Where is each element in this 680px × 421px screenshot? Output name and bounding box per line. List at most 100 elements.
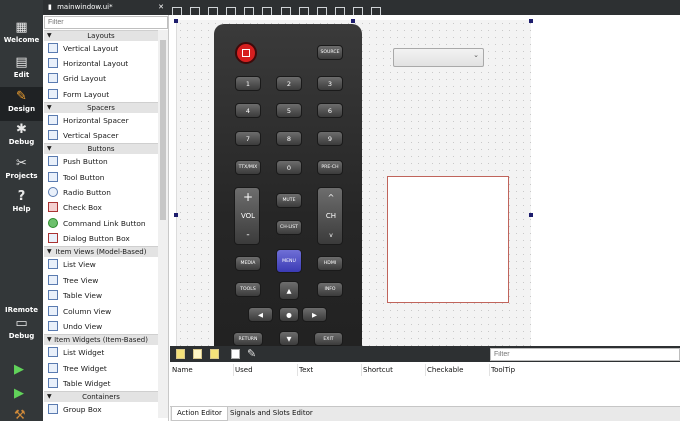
delete-action-icon[interactable] <box>231 349 240 359</box>
category-spacers[interactable]: ▼ Spacers <box>44 102 158 113</box>
mode-design[interactable]: ✎ Design <box>0 87 43 121</box>
volume-rocker[interactable]: + VOL - <box>234 187 260 245</box>
pre-ch-button[interactable]: PRE-CH <box>317 160 343 175</box>
category-containers[interactable]: ▼ Containers <box>44 391 158 402</box>
channel-rocker[interactable]: ^ CH v <box>317 187 343 245</box>
widget-item[interactable]: Check Box <box>48 200 160 215</box>
category-buttons[interactable]: ▼ Buttons <box>44 143 158 154</box>
kit-selector[interactable]: IRemote ▭ Debug <box>0 303 43 351</box>
new-action-icon[interactable] <box>176 349 185 359</box>
digit-0-button[interactable]: 0 <box>276 160 302 175</box>
widget-item[interactable]: Vertical Layout <box>48 41 160 56</box>
widget-item[interactable]: Vertical Spacer <box>48 128 160 143</box>
media-button[interactable]: MEDIA <box>235 256 261 271</box>
file-tab[interactable]: ▮ mainwindow.ui* ✕ <box>43 0 168 15</box>
digit-8-button[interactable]: 8 <box>276 131 302 146</box>
column-header[interactable]: Name <box>172 364 234 376</box>
tree-view-icon <box>48 275 58 285</box>
channel-down-label: v <box>329 232 333 239</box>
combo-box[interactable]: ⌄ <box>393 48 484 67</box>
mode-help[interactable]: ? Help <box>0 187 43 221</box>
digit-6-button[interactable]: 6 <box>317 103 343 118</box>
category-item-widgets[interactable]: ▼ Item Widgets (Item-Based) <box>44 334 158 345</box>
digit-9-button[interactable]: 9 <box>317 131 343 146</box>
widget-item[interactable]: Horizontal Layout <box>48 56 160 71</box>
widget-item[interactable]: Form Layout <box>48 87 160 102</box>
digit-3-button[interactable]: 3 <box>317 76 343 91</box>
mode-debug[interactable]: ✱ Debug <box>0 120 43 154</box>
digit-2-button[interactable]: 2 <box>276 76 302 91</box>
widget-item[interactable]: List View <box>48 257 160 272</box>
collapse-arrow-icon: ▼ <box>47 248 52 255</box>
category-item-views[interactable]: ▼ Item Views (Model-Based) <box>44 246 158 257</box>
widget-item[interactable]: Grid Layout <box>48 71 160 86</box>
ttx-mix-button[interactable]: TTX/MIX <box>235 160 261 175</box>
widget-item[interactable]: Tree View <box>48 273 160 288</box>
info-button[interactable]: INFO <box>317 282 343 297</box>
paste-action-icon[interactable] <box>210 349 219 359</box>
copy-action-icon[interactable] <box>193 349 202 359</box>
column-header[interactable]: Used <box>235 364 298 376</box>
radio-button-icon <box>48 187 58 197</box>
widget-box-scrollbar[interactable] <box>158 30 168 418</box>
hdmi-button[interactable]: HDMI <box>317 256 343 271</box>
mode-projects[interactable]: ✂ Projects <box>0 154 43 188</box>
column-header[interactable]: ToolTip <box>491 364 561 376</box>
resize-handle[interactable] <box>529 19 533 23</box>
arrow-left-button[interactable]: ◀ <box>248 307 273 322</box>
widget-item[interactable]: Column View <box>48 304 160 319</box>
category-layouts[interactable]: ▼ Layouts <box>44 30 158 41</box>
source-button[interactable]: SOURCE <box>317 45 343 60</box>
digit-5-button[interactable]: 5 <box>276 103 302 118</box>
widget-item[interactable]: Command Link Button <box>48 216 160 231</box>
arrow-down-button[interactable]: ▼ <box>279 331 299 346</box>
configure-icon[interactable]: ✎ <box>247 347 256 360</box>
resize-handle[interactable] <box>174 19 178 23</box>
menu-button[interactable]: MENU <box>276 249 302 273</box>
column-header[interactable]: Text <box>299 364 362 376</box>
close-icon[interactable]: ✕ <box>158 0 164 15</box>
scrollbar-thumb[interactable] <box>160 40 166 220</box>
widget-item[interactable]: Table Widget <box>48 376 160 391</box>
frame-widget[interactable] <box>387 176 509 303</box>
widget-item[interactable]: Push Button <box>48 154 160 169</box>
digit-7-button[interactable]: 7 <box>235 131 261 146</box>
resize-handle[interactable] <box>529 213 533 217</box>
digit-4-button[interactable]: 4 <box>235 103 261 118</box>
build-icon[interactable]: ⚒ <box>14 409 28 421</box>
widget-item[interactable]: Tool Button <box>48 170 160 185</box>
mute-button[interactable]: MUTE <box>276 193 302 208</box>
tools-button[interactable]: TOOLS <box>235 282 261 297</box>
digit-1-button[interactable]: 1 <box>235 76 261 91</box>
widget-item[interactable]: Group Box <box>48 402 160 417</box>
tab-signals-slots-editor[interactable]: Signals and Slots Editor <box>225 407 318 421</box>
widget-filter-input[interactable] <box>44 16 168 29</box>
pencil-icon: ✎ <box>16 89 27 104</box>
volume-down-label: - <box>246 230 250 240</box>
widget-item[interactable]: Horizontal Spacer <box>48 113 160 128</box>
return-button[interactable]: RETURN <box>233 332 263 346</box>
widget-item[interactable]: Radio Button <box>48 185 160 200</box>
ch-list-button[interactable]: CH-LIST <box>276 220 302 235</box>
arrow-up-button[interactable]: ▲ <box>279 281 299 300</box>
resize-handle[interactable] <box>174 213 178 217</box>
debug-run-icon[interactable]: ▶ <box>14 387 28 401</box>
widget-item[interactable]: List Widget <box>48 345 160 360</box>
column-header[interactable]: Shortcut <box>363 364 426 376</box>
column-header[interactable]: Checkable <box>427 364 490 376</box>
widget-item[interactable]: Tree Widget <box>48 361 160 376</box>
arrow-right-button[interactable]: ▶ <box>302 307 327 322</box>
ok-button[interactable]: ● <box>279 307 299 322</box>
action-filter-input[interactable] <box>490 348 680 361</box>
widget-item[interactable]: Table View <box>48 288 160 303</box>
run-icon[interactable]: ▶ <box>14 363 28 377</box>
mode-edit[interactable]: ▤ Edit <box>0 53 43 87</box>
power-button[interactable] <box>235 42 257 64</box>
widget-item[interactable]: Dialog Button Box <box>48 231 160 246</box>
widget-item[interactable]: Undo View <box>48 319 160 334</box>
mode-welcome[interactable]: ▦ Welcome <box>0 18 43 52</box>
tab-action-editor[interactable]: Action Editor <box>171 407 228 421</box>
exit-button[interactable]: EXIT <box>314 332 343 346</box>
resize-handle[interactable] <box>351 19 355 23</box>
layout-toolbar <box>172 2 384 17</box>
